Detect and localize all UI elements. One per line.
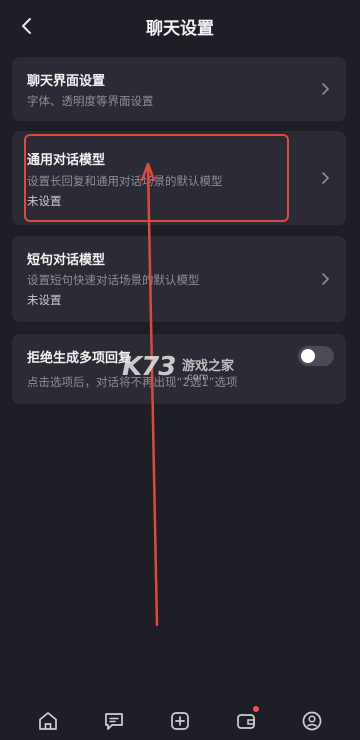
plus-icon[interactable]: [168, 709, 192, 733]
item-description: 字体、透明度等界面设置: [27, 94, 154, 108]
chevron-right-icon: [322, 273, 329, 285]
item-title: 拒绝生成多项回复: [27, 351, 132, 366]
item-description: 设置短句快速对话场景的默认模型: [27, 273, 200, 287]
watermark-sub: .com: [184, 372, 209, 383]
item-value: 未设置: [27, 293, 62, 307]
bottom-nav: [0, 700, 360, 740]
toggle-knob: [301, 349, 315, 363]
profile-icon[interactable]: [300, 709, 324, 733]
home-icon[interactable]: [36, 709, 60, 733]
item-title: 聊天界面设置: [27, 74, 106, 89]
notification-badge: [253, 706, 259, 712]
watermark: K73 游戏之家 .com: [120, 350, 250, 390]
header: 聊天设置: [0, 0, 360, 52]
highlight-box: [24, 134, 289, 222]
watermark-logo: K73: [122, 352, 176, 382]
page-title: 聊天设置: [146, 19, 214, 39]
refuse-multiple-replies-toggle[interactable]: [298, 346, 334, 366]
chat-icon[interactable]: [102, 709, 126, 733]
wallet-nav-item[interactable]: [234, 706, 259, 733]
chat-interface-settings-item[interactable]: 聊天界面设置 字体、透明度等界面设置: [12, 57, 346, 121]
wallet-icon: [237, 714, 255, 729]
chevron-right-icon: [322, 83, 329, 95]
short-model-item[interactable]: 短句对话模型 设置短句快速对话场景的默认模型 未设置: [12, 236, 346, 322]
chevron-right-icon: [322, 172, 329, 184]
item-title: 短句对话模型: [27, 253, 106, 268]
